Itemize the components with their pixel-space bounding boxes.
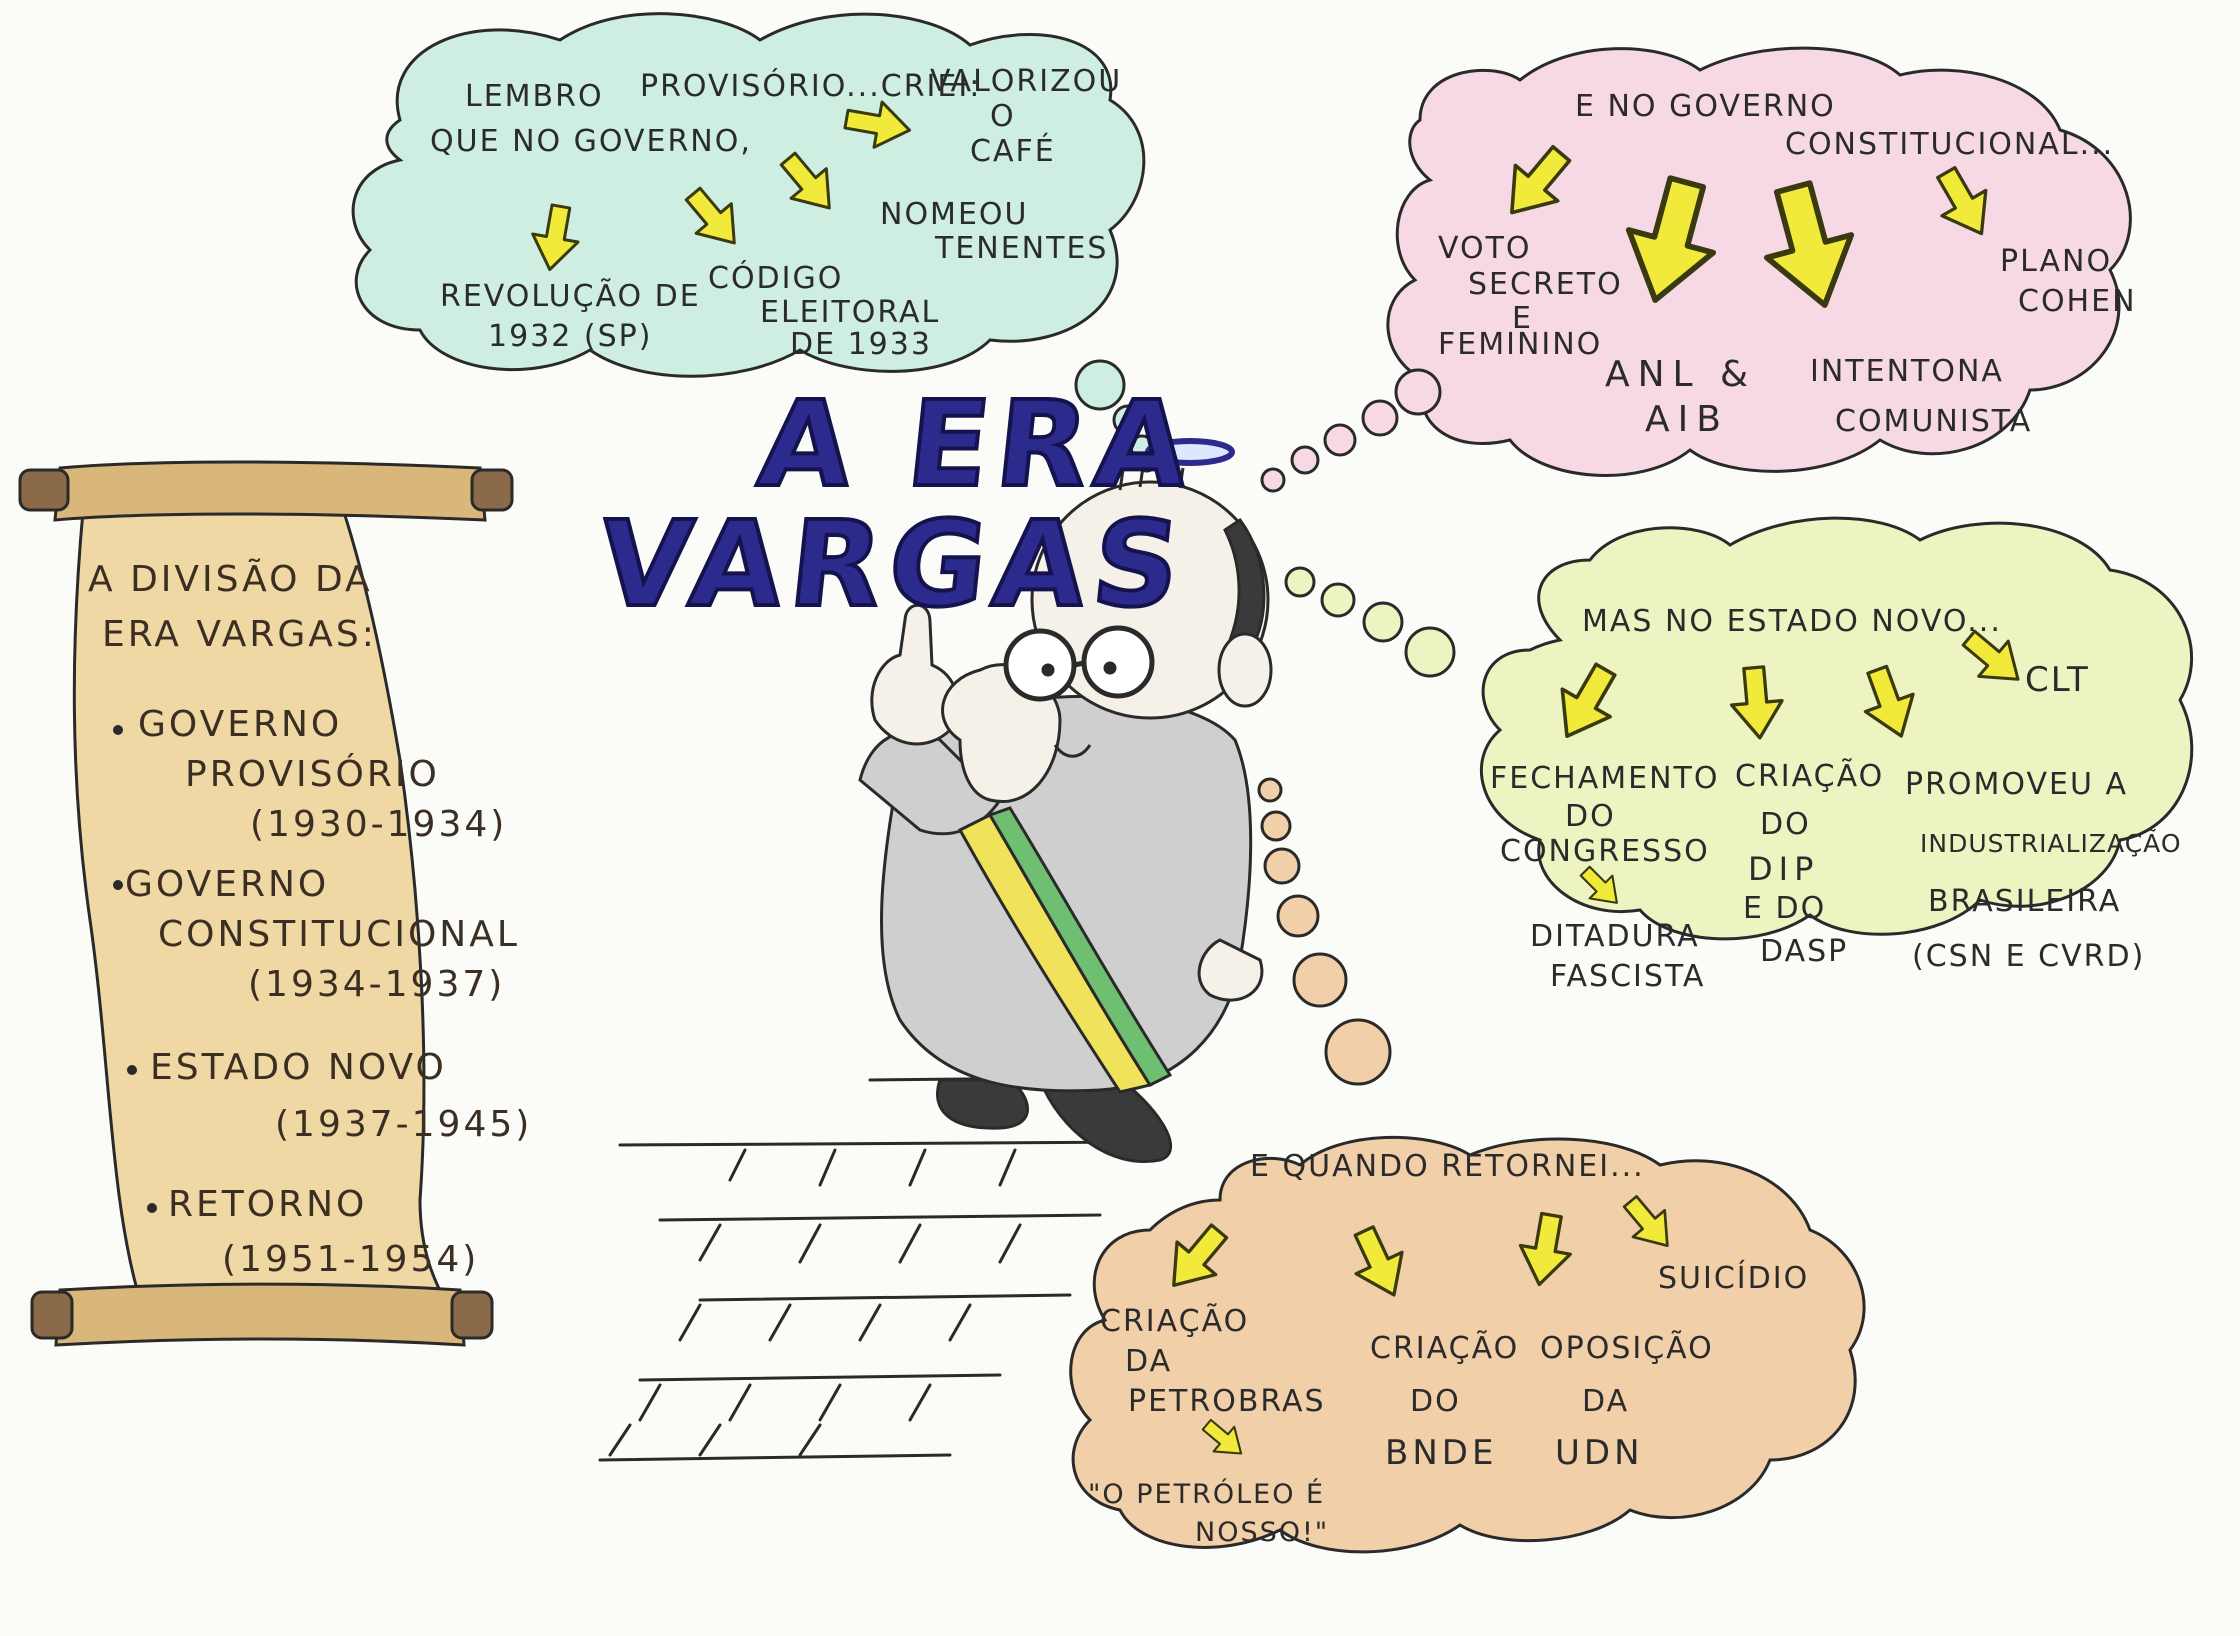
bnde-line-2: DO [1410,1384,1461,1419]
mind-map-canvas: A ERA VARGAS A DIVISÃO DA ERA VARGAS: GO… [0,0,2240,1636]
fechamento-line-1: FECHAMENTO [1490,761,1720,796]
valorizou-line-3: CAFÉ [970,134,1056,169]
valorizou-line-2: O [990,99,1016,134]
intentona-line-1: INTENTONA [1810,354,2004,389]
left-lens [1003,628,1077,702]
constitucional-intro-1: E NO GOVERNO [1575,89,1836,124]
revolucao-line-1: REVOLUÇÃO DE [440,279,701,314]
slogan-line-1: "O PETRÓLEO É [1088,1479,1326,1510]
thought-dots-constitucional [1260,368,1442,493]
udn-line-2: DA [1582,1384,1630,1419]
scroll-item-2-name-2: CONSTITUCIONAL [158,914,520,955]
plano-line-2: COHEN [2018,284,2137,319]
codigo-line-3: DE 1933 [790,327,932,362]
industrializacao-line-4: (CSN E CVRD) [1912,939,2146,974]
petrobras-line-3: PETROBRAS [1128,1384,1326,1419]
bnde-line-1: CRIAÇÃO [1370,1331,1520,1366]
industrializacao-line-1: PROMOVEU A [1905,767,2129,802]
dip-line-3: DIP [1748,850,1820,888]
scroll-item-3-name-1: ESTADO NOVO [150,1047,447,1088]
scroll-item-1-name-1: GOVERNO [138,704,343,745]
floor-tiles [598,1076,1152,1462]
provisorio-intro-2: QUE NO GOVERNO, [430,124,752,159]
nomeou-line-1: NOMEOU [880,197,1029,232]
suicidio-label: SUICÍDIO [1658,1261,1810,1296]
plano-line-1: PLANO [2000,244,2113,279]
ditadura-line-1: DITADURA [1530,919,1700,954]
voto-line-2: SECRETO [1468,267,1623,302]
constitucional-intro-2: CONSTITUCIONAL... [1785,127,2115,162]
petrobras-line-2: DA [1125,1344,1173,1379]
industrializacao-line-2: INDUSTRIALIZAÇÃO [1920,829,2182,858]
codigo-line-1: CÓDIGO [708,261,844,296]
udn-line-1: OPOSIÇÃO [1540,1331,1714,1366]
bnde-line-3: BNDE [1385,1433,1498,1473]
scroll-heading-line-2: ERA VARGAS: [102,614,377,655]
voto-line-4: FEMININO [1438,327,1603,362]
scroll-top-rod [18,460,514,522]
retorno-intro: E QUANDO RETORNEI... [1250,1149,1645,1184]
thought-dots-estado-novo [1284,566,1456,678]
scroll-item-4-years: (1951-1954) [222,1239,480,1280]
voto-line-1: VOTO [1438,231,1532,266]
dip-line-4: E DO [1743,891,1827,926]
nomeou-line-2: TENENTES [935,231,1109,266]
scroll-heading-line-1: A DIVISÃO DA [88,559,373,600]
intentona-line-2: COMUNISTA [1835,404,2033,439]
provisorio-intro-1: LEMBRO [465,79,604,114]
revolucao-line-2: 1932 (SP) [488,319,653,354]
scroll-item-1-years: (1930-1934) [250,804,508,845]
codigo-line-2: ELEITORAL [760,295,941,330]
scroll-item-3-years: (1937-1945) [275,1104,533,1145]
scroll-item-2-name-1: GOVERNO [125,864,330,905]
valorizou-line-1: VALORIZOU [930,64,1123,99]
title-line-2: VARGAS [591,493,1196,635]
estado-novo-intro: MAS NO ESTADO NOVO... [1582,604,2002,639]
anl-line-1: ANL & [1605,354,1757,395]
scroll-item-1-name-2: PROVISÓRIO [185,754,440,795]
ditadura-line-2: FASCISTA [1550,959,1706,994]
scroll-item-2-years: (1934-1937) [248,964,506,1005]
dip-line-5: DASP [1760,934,1849,969]
thought-dots-retorno [1257,777,1392,1086]
fechamento-line-2: DO [1565,799,1616,834]
udn-line-3: UDN [1555,1433,1644,1473]
anl-line-2: AIB [1645,399,1729,440]
fechamento-line-3: CONGRESSO [1500,834,1710,869]
clt-label: CLT [2025,660,2090,700]
industrializacao-line-3: BRASILEIRA [1928,884,2122,919]
scroll-bottom-rod [30,1282,494,1347]
scroll-item-4-name-1: RETORNO [168,1184,368,1225]
dip-line-2: DO [1760,807,1811,842]
dip-line-1: CRIAÇÃO [1735,759,1885,794]
slogan-line-2: NOSSO!" [1195,1517,1330,1548]
right-lens [1081,625,1155,699]
title-line-1: A ERA [751,373,1205,515]
petrobras-line-1: CRIAÇÃO [1100,1304,1250,1339]
